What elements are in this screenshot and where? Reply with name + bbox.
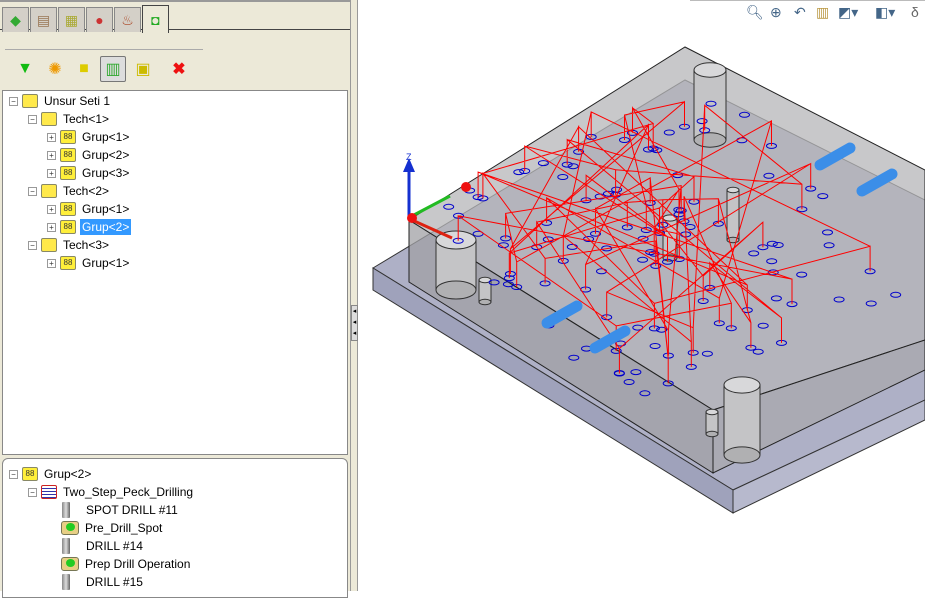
- cylinder: [723, 376, 761, 464]
- part-model[interactable]: Z: [358, 0, 925, 591]
- detail-tool[interactable]: DRILL #15: [58, 573, 145, 591]
- drill-icon: [62, 538, 70, 554]
- cylinder: [693, 62, 727, 148]
- panel-splitter[interactable]: ◂ ◂ ◂: [350, 0, 358, 591]
- tree-item-group[interactable]: +88 Grup<1>: [47, 128, 131, 146]
- detail-operation[interactable]: Prep Drill Operation: [61, 555, 192, 573]
- tab-cam-setup[interactable]: ♨: [114, 7, 141, 32]
- group-button[interactable]: ▣: [130, 56, 156, 82]
- technology-folder-icon: [41, 112, 57, 126]
- group-icon: 88: [22, 467, 38, 481]
- expand-icon[interactable]: +: [47, 150, 56, 160]
- technology-folder-icon: [41, 184, 57, 198]
- graphics-viewport[interactable]: 🔍︎ ⊕ ↶ ▥ ◩▾ ◧▾ δ Z: [358, 0, 925, 591]
- tree-item-tech[interactable]: − Tech<3>: [28, 236, 111, 254]
- tree-item-group[interactable]: +88 Grup<1>: [47, 254, 131, 272]
- group-icon: 88: [60, 202, 76, 216]
- expand-icon[interactable]: +: [47, 168, 56, 178]
- technology-folder-icon: [41, 238, 57, 252]
- tree-item-group-selected[interactable]: +88 Grup<2>: [47, 218, 132, 236]
- tree-item-feature-set[interactable]: − Unsur Seti 1: [9, 92, 112, 110]
- tab-cam-operation-tree[interactable]: ◘: [142, 5, 169, 33]
- technology-icon: ✺: [48, 61, 62, 78]
- tree-item-tech[interactable]: − Tech<2>: [28, 182, 111, 200]
- collapse-panel-button[interactable]: ◂ ◂ ◂: [351, 305, 358, 341]
- collapse-icon[interactable]: −: [28, 114, 37, 124]
- tab-configuration-manager[interactable]: ▦: [58, 7, 85, 32]
- detail-operation[interactable]: Pre_Drill_Spot: [61, 519, 164, 537]
- expand-icon[interactable]: +: [47, 204, 56, 214]
- cam-manager-panel: ◆ ▤ ▦ ● ♨ ◘ ▼ ✺ ■ ▥ ▣ ✖ − Unsur Seti 1 − T…: [0, 0, 350, 598]
- spot-drill-icon: [62, 502, 70, 518]
- detail-tool[interactable]: SPOT DRILL #11: [58, 501, 180, 519]
- appearance-icon: ●: [95, 12, 104, 28]
- group-icon: 88: [60, 256, 76, 270]
- tree-item-group[interactable]: +88 Grup<1>: [47, 200, 131, 218]
- delete-icon: ✖: [172, 61, 186, 78]
- group-icon: 88: [60, 148, 76, 162]
- drill-icon: [62, 574, 70, 590]
- tab-appearance[interactable]: ●: [86, 7, 113, 32]
- toolbar-divider: [5, 49, 203, 50]
- collapse-icon[interactable]: −: [9, 96, 18, 106]
- feature-set-button[interactable]: ■: [71, 56, 97, 82]
- delete-button[interactable]: ✖: [166, 56, 192, 82]
- group-icon: ▣: [135, 61, 151, 78]
- group-icon: 88: [60, 130, 76, 144]
- technology-button[interactable]: ✺: [42, 56, 68, 82]
- group-icon: 88: [60, 166, 76, 180]
- detail-group[interactable]: −88 Grup<2>: [9, 465, 93, 483]
- configuration-manager-icon: ▦: [64, 11, 79, 28]
- tree-item-group[interactable]: +88 Grup<3>: [47, 164, 131, 182]
- cam-operation-tree-icon: ◘: [151, 11, 160, 28]
- collapse-icon[interactable]: −: [9, 469, 18, 479]
- cylinder: [705, 408, 719, 438]
- expand-icon[interactable]: +: [47, 132, 56, 142]
- operation-icon: [61, 521, 79, 535]
- feature-set-icon: [22, 94, 38, 108]
- group-detail-tree[interactable]: −88 Grup<2> − Two_Step_Peck_Drilling SPOT …: [2, 458, 348, 598]
- manager-tabs: ◆ ▤ ▦ ● ♨ ◘: [0, 0, 350, 33]
- feature-set-icon: ■: [79, 60, 89, 77]
- machine-button[interactable]: ▼: [12, 56, 38, 82]
- expand-icon[interactable]: +: [47, 222, 56, 232]
- group-icon: 88: [60, 220, 76, 234]
- tree-item-group[interactable]: +88 Grup<2>: [47, 146, 131, 164]
- z-axis-label: Z: [406, 152, 412, 162]
- tab-property-manager[interactable]: ▤: [30, 7, 57, 32]
- detail-strategy[interactable]: − Two_Step_Peck_Drilling: [28, 483, 195, 501]
- collapse-icon[interactable]: −: [28, 487, 37, 497]
- machine-icon: ▼: [17, 60, 33, 77]
- feature-manager-icon: ◆: [10, 11, 21, 28]
- tree-item-tech[interactable]: − Tech<1>: [28, 110, 111, 128]
- collapse-icon[interactable]: −: [28, 240, 37, 250]
- tool-operation-icon: ▥: [105, 61, 121, 78]
- cam-setup-icon: ♨: [121, 11, 134, 28]
- cylinder: [435, 230, 477, 300]
- detail-tool[interactable]: DRILL #14: [58, 537, 145, 555]
- strategy-icon: [41, 485, 57, 499]
- tab-feature-manager[interactable]: ◆: [2, 7, 29, 32]
- tool-operation-button[interactable]: ▥: [100, 56, 126, 82]
- property-manager-icon: ▤: [36, 11, 51, 28]
- operation-icon: [61, 557, 79, 571]
- expand-icon[interactable]: +: [47, 258, 56, 268]
- operation-tree[interactable]: − Unsur Seti 1 − Tech<1> +88 Grup<1> +88 Gru…: [2, 90, 348, 455]
- collapse-icon[interactable]: −: [28, 186, 37, 196]
